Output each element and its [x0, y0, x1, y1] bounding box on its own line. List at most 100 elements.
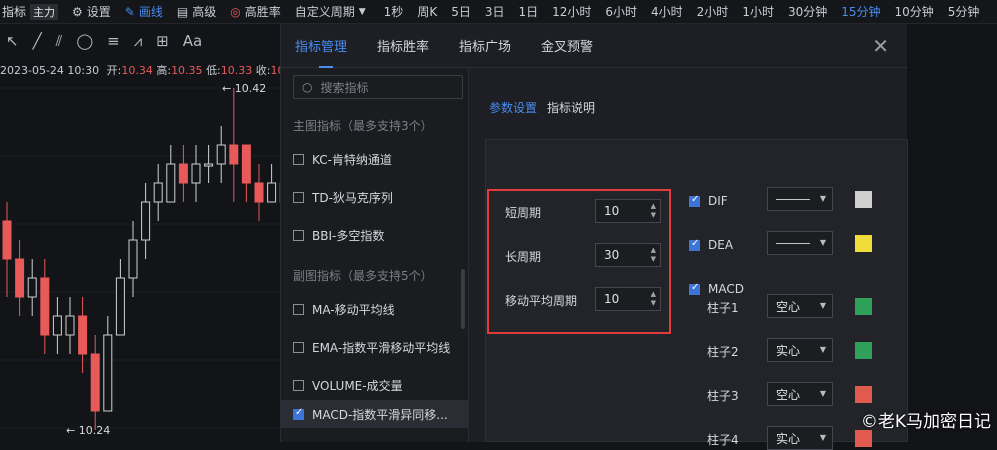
param-stepper[interactable]: 10▲▼: [595, 287, 661, 311]
color-swatch[interactable]: [855, 235, 872, 252]
candle-body[interactable]: [129, 240, 137, 278]
candle-body[interactable]: [205, 164, 213, 166]
color-swatch[interactable]: [855, 342, 872, 359]
draw-tool-2-icon[interactable]: ⫽: [56, 32, 63, 50]
scrollbar[interactable]: [461, 269, 465, 329]
bar-style-select[interactable]: 空心▼: [767, 382, 833, 406]
candle-body[interactable]: [192, 164, 200, 183]
draw-tool-0-icon[interactable]: ↖: [6, 32, 19, 50]
period-0[interactable]: 1秒: [384, 3, 404, 20]
color-swatch[interactable]: [855, 386, 872, 403]
draw-tool-5-icon[interactable]: ⩘: [134, 32, 142, 50]
candle-body[interactable]: [66, 316, 74, 335]
line-style-select[interactable]: ▼: [767, 231, 833, 255]
candle-body[interactable]: [91, 354, 99, 411]
stepper-arrows-icon[interactable]: ▲▼: [651, 290, 656, 308]
main-force-badge[interactable]: 主力: [30, 4, 58, 20]
line-style-select[interactable]: ▼: [767, 187, 833, 211]
draw-tool-1-icon[interactable]: ╱: [33, 32, 42, 50]
custom-period-dropdown[interactable]: 自定义周期▼: [295, 3, 370, 20]
indicator-label[interactable]: 指标: [0, 3, 30, 20]
candle-body[interactable]: [16, 259, 24, 297]
period-4[interactable]: 1日: [518, 3, 538, 20]
dialog-tab-0[interactable]: 指标管理: [295, 24, 347, 68]
settings-subtab-1[interactable]: 指标说明: [547, 101, 595, 115]
period-11[interactable]: 15分钟: [841, 3, 880, 20]
sub-indicator-item[interactable]: MA-移动平均线: [293, 301, 395, 318]
checkbox[interactable]: [293, 380, 304, 391]
checkbox[interactable]: [293, 230, 304, 241]
checkbox[interactable]: [689, 284, 700, 295]
candle-body[interactable]: [104, 335, 112, 411]
period-12[interactable]: 10分钟: [895, 3, 934, 20]
checkbox[interactable]: [293, 154, 304, 165]
checkbox[interactable]: [689, 240, 700, 251]
draw-tool-7-icon[interactable]: Aa: [183, 32, 202, 50]
candle-body[interactable]: [179, 164, 187, 183]
color-swatch[interactable]: [855, 298, 872, 315]
candle-body[interactable]: [242, 145, 250, 183]
settings-button[interactable]: ⚙设置: [72, 3, 111, 20]
main-indicator-item[interactable]: KC-肯特纳通道: [293, 151, 392, 168]
candlestick-chart[interactable]: ← 10.42← 10.24: [0, 58, 280, 442]
checkbox[interactable]: [293, 304, 304, 315]
candle-body[interactable]: [230, 145, 238, 164]
stepper-arrows-icon[interactable]: ▲▼: [651, 202, 656, 220]
period-3[interactable]: 3日: [485, 3, 505, 20]
win-rate-button[interactable]: ◎高胜率: [230, 3, 281, 20]
period-2[interactable]: 5日: [451, 3, 471, 20]
bar-style-select[interactable]: 实心▼: [767, 426, 833, 450]
period-8[interactable]: 2小时: [697, 3, 729, 20]
period-1[interactable]: 周K: [417, 3, 437, 20]
sub-indicator-item[interactable]: VOLUME-成交量: [293, 377, 403, 394]
candle-body[interactable]: [255, 183, 263, 202]
dialog-tab-1[interactable]: 指标胜率: [377, 24, 429, 68]
draw-line-button[interactable]: ✎画线: [125, 3, 163, 20]
candle-body[interactable]: [41, 278, 49, 335]
main-indicator-item[interactable]: TD-狄马克序列: [293, 189, 393, 206]
period-10[interactable]: 30分钟: [788, 3, 827, 20]
dialog-tab-2[interactable]: 指标广场: [459, 24, 511, 68]
candle-body[interactable]: [3, 221, 11, 259]
line-toggle[interactable]: DIF: [689, 194, 728, 208]
line-toggle[interactable]: MACD: [689, 282, 744, 296]
candle-body[interactable]: [53, 316, 61, 335]
checkbox[interactable]: [293, 192, 304, 203]
stepper-arrows-icon[interactable]: ▲▼: [651, 246, 656, 264]
draw-tool-4-icon[interactable]: ≡: [107, 32, 120, 50]
period-13[interactable]: 5分钟: [948, 3, 980, 20]
candle-body[interactable]: [167, 164, 175, 202]
settings-subtab-0[interactable]: 参数设置: [489, 101, 537, 115]
line-toggle[interactable]: DEA: [689, 238, 733, 252]
main-indicator-item[interactable]: BBI-多空指数: [293, 227, 384, 244]
bar-label: 柱子2: [707, 343, 739, 360]
candle-body[interactable]: [268, 183, 276, 202]
param-stepper[interactable]: 30▲▼: [595, 243, 661, 267]
period-5[interactable]: 12小时: [552, 3, 591, 20]
candle-body[interactable]: [154, 183, 162, 202]
search-input[interactable]: ○搜索指标: [293, 75, 463, 99]
period-7[interactable]: 4小时: [651, 3, 683, 20]
close-icon[interactable]: ✕: [872, 34, 889, 58]
candle-body[interactable]: [217, 145, 225, 164]
bar-style-select[interactable]: 实心▼: [767, 338, 833, 362]
color-swatch[interactable]: [855, 191, 872, 208]
candle-body[interactable]: [79, 316, 87, 354]
checkbox[interactable]: [293, 409, 304, 420]
period-6[interactable]: 6小时: [605, 3, 637, 20]
sub-indicator-item[interactable]: EMA-指数平滑移动平均线: [293, 339, 450, 356]
checkbox[interactable]: [689, 196, 700, 207]
draw-tool-6-icon[interactable]: ⊞: [156, 32, 169, 50]
advanced-button[interactable]: ▤高级: [177, 3, 216, 20]
sub-indicator-item[interactable]: MACD-指数平滑异同移...: [281, 400, 469, 428]
candle-body[interactable]: [142, 202, 150, 240]
checkbox[interactable]: [293, 342, 304, 353]
draw-tool-3-icon[interactable]: ◯: [76, 32, 93, 50]
bar-style-select[interactable]: 空心▼: [767, 294, 833, 318]
param-stepper[interactable]: 10▲▼: [595, 199, 661, 223]
dialog-tab-3[interactable]: 金叉预警: [541, 24, 593, 68]
candle-body[interactable]: [116, 278, 124, 335]
period-9[interactable]: 1小时: [742, 3, 774, 20]
candle-body[interactable]: [28, 278, 36, 297]
color-swatch[interactable]: [855, 430, 872, 447]
